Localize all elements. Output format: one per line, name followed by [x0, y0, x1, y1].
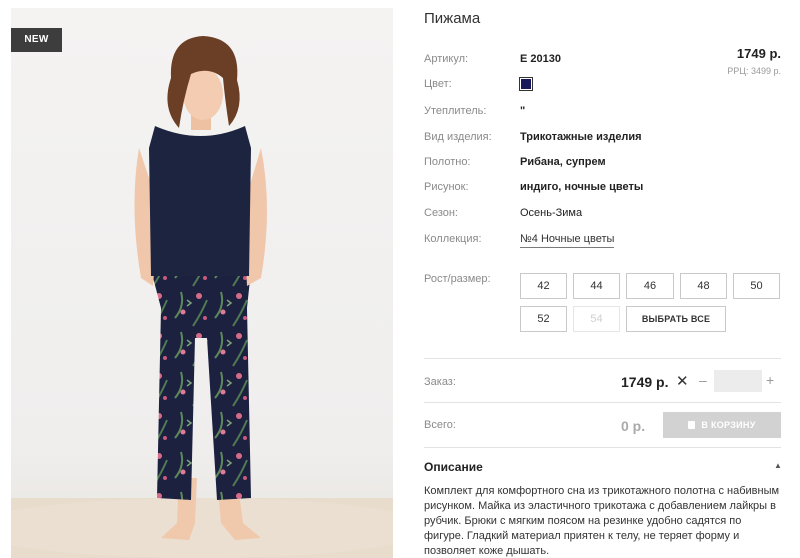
chevron-up-icon[interactable]: ▲	[774, 461, 782, 470]
size-option-44[interactable]: 44	[573, 273, 620, 299]
collection-label: Коллекция:	[424, 233, 482, 245]
description-title[interactable]: Описание	[424, 460, 483, 474]
size-label: Рост/размер:	[424, 273, 491, 285]
collection-link[interactable]: №4 Ночные цветы	[520, 233, 615, 248]
size-option-52[interactable]: 52	[520, 306, 567, 332]
color-label: Цвет:	[424, 78, 452, 90]
season-value: Осень-Зима	[520, 207, 583, 219]
type-value: Трикотажные изделия	[520, 131, 642, 143]
close-icon[interactable]: ✕	[676, 372, 689, 390]
fabric-label: Полотно:	[424, 156, 471, 168]
fabric-value: Рибана, супрем	[520, 156, 606, 168]
insulation-label: Утеплитель:	[424, 105, 487, 117]
divider	[424, 447, 781, 448]
article-value: Е 20130	[520, 53, 561, 65]
size-option-48[interactable]: 48	[680, 273, 727, 299]
select-all-sizes-button[interactable]: ВЫБРАТЬ ВСЕ	[626, 306, 726, 332]
rrc-price: РРЦ: 3499 р.	[727, 66, 781, 76]
insulation-value: "	[520, 105, 526, 117]
type-label: Вид изделия:	[424, 131, 492, 143]
size-option-42[interactable]: 42	[520, 273, 567, 299]
pattern-label: Рисунок:	[424, 181, 469, 193]
quantity-decrease-button[interactable]: –	[699, 372, 707, 388]
add-to-cart-label: В КОРЗИНУ	[701, 420, 756, 430]
order-price: 1749 р.	[621, 374, 669, 390]
total-value: 0 р.	[621, 418, 646, 434]
color-swatch-fill	[521, 79, 531, 89]
product-price: 1749 р.	[736, 46, 781, 61]
product-photo[interactable]: NEW	[11, 8, 393, 558]
divider	[424, 402, 781, 403]
product-image	[11, 36, 393, 558]
description-text: Комплект для комфортного сна из трикотаж…	[424, 485, 780, 557]
bag-icon	[688, 421, 696, 429]
pattern-value: индиго, ночные цветы	[520, 181, 644, 193]
size-option-50[interactable]: 50	[733, 273, 780, 299]
total-label: Всего:	[424, 419, 456, 431]
new-badge: NEW	[11, 28, 62, 52]
size-option-54: 54	[573, 306, 620, 332]
size-option-46[interactable]: 46	[626, 273, 674, 299]
order-label: Заказ:	[424, 376, 456, 388]
quantity-increase-button[interactable]: +	[766, 372, 774, 388]
color-swatch[interactable]	[519, 77, 533, 91]
quantity-input[interactable]	[714, 370, 762, 392]
product-title: Пижама	[424, 10, 481, 27]
article-label: Артикул:	[424, 53, 469, 65]
add-to-cart-button[interactable]: В КОРЗИНУ	[663, 412, 781, 438]
divider	[424, 358, 781, 359]
season-label: Сезон:	[424, 207, 458, 219]
